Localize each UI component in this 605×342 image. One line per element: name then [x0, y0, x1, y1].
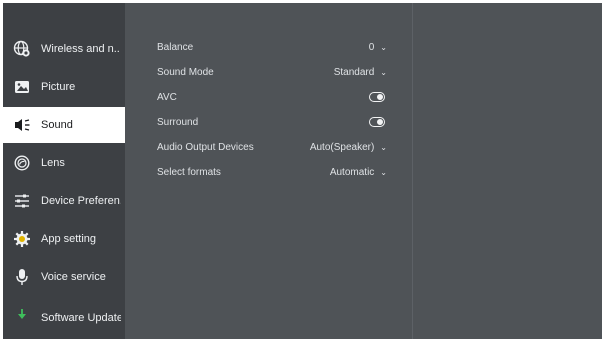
globe-icon	[12, 39, 32, 59]
avc-setting[interactable]: AVC	[157, 88, 387, 106]
chevron-down-icon: ⌄	[380, 42, 387, 52]
audio-output-devices-setting[interactable]: Audio Output Devices Auto(Speaker) ⌄	[157, 138, 387, 156]
settings-screen: Wireless and n.. Picture Sound Lens Devi…	[3, 3, 602, 339]
setting-label: Audio Output Devices	[157, 141, 254, 153]
avc-toggle[interactable]	[369, 92, 385, 102]
setting-label: Select formats	[157, 166, 221, 178]
gear-icon	[12, 229, 32, 249]
balance-setting[interactable]: Balance 0 ⌄	[157, 38, 387, 56]
speaker-icon	[12, 115, 32, 135]
setting-value: Automatic	[329, 166, 375, 178]
setting-value: Standard	[333, 66, 375, 78]
setting-label: Surround	[157, 116, 199, 128]
sidebar-item-voice-service[interactable]: Voice service	[3, 259, 125, 295]
chevron-down-icon: ⌄	[380, 142, 387, 152]
sidebar-item-picture[interactable]: Picture	[3, 69, 125, 105]
sidebar-item-label: Software Update	[41, 312, 121, 324]
sidebar-item-sound[interactable]: Sound	[3, 107, 125, 143]
sidebar-item-lens[interactable]: Lens	[3, 145, 125, 181]
sound-mode-setting[interactable]: Sound Mode Standard ⌄	[157, 63, 387, 81]
chevron-down-icon: ⌄	[380, 67, 387, 77]
setting-label: Balance	[157, 41, 194, 53]
sidebar-item-label: Wireless and n..	[41, 43, 120, 55]
setting-label: AVC	[157, 91, 177, 103]
setting-value: 0	[368, 41, 375, 53]
microphone-icon	[12, 267, 32, 287]
picture-icon	[12, 77, 32, 97]
surround-toggle[interactable]	[369, 117, 385, 127]
sidebar-item-label: Voice service	[41, 271, 106, 283]
setting-label: Sound Mode	[157, 66, 214, 78]
select-formats-setting[interactable]: Select formats Automatic ⌄	[157, 163, 387, 181]
sidebar-item-device-preferences[interactable]: Device Preferen..	[3, 183, 125, 219]
sidebar-item-label: App setting	[41, 233, 97, 245]
download-icon	[12, 309, 32, 321]
sidebar-item-label: Picture	[41, 81, 76, 93]
sidebar-item-label: Lens	[41, 157, 65, 169]
surround-setting[interactable]: Surround	[157, 113, 387, 131]
setting-value: Auto(Speaker)	[309, 141, 375, 153]
panel-divider	[412, 3, 413, 339]
sidebar-item-wireless[interactable]: Wireless and n..	[3, 31, 125, 67]
sidebar-item-software-update[interactable]: Software Update	[3, 306, 125, 326]
sidebar-item-app-setting[interactable]: App setting	[3, 221, 125, 257]
lens-icon	[12, 153, 32, 173]
sidebar-item-label: Device Preferen..	[41, 195, 121, 207]
chevron-down-icon: ⌄	[380, 167, 387, 177]
sidebar-item-label: Sound	[41, 119, 73, 131]
preferences-icon	[12, 191, 32, 211]
